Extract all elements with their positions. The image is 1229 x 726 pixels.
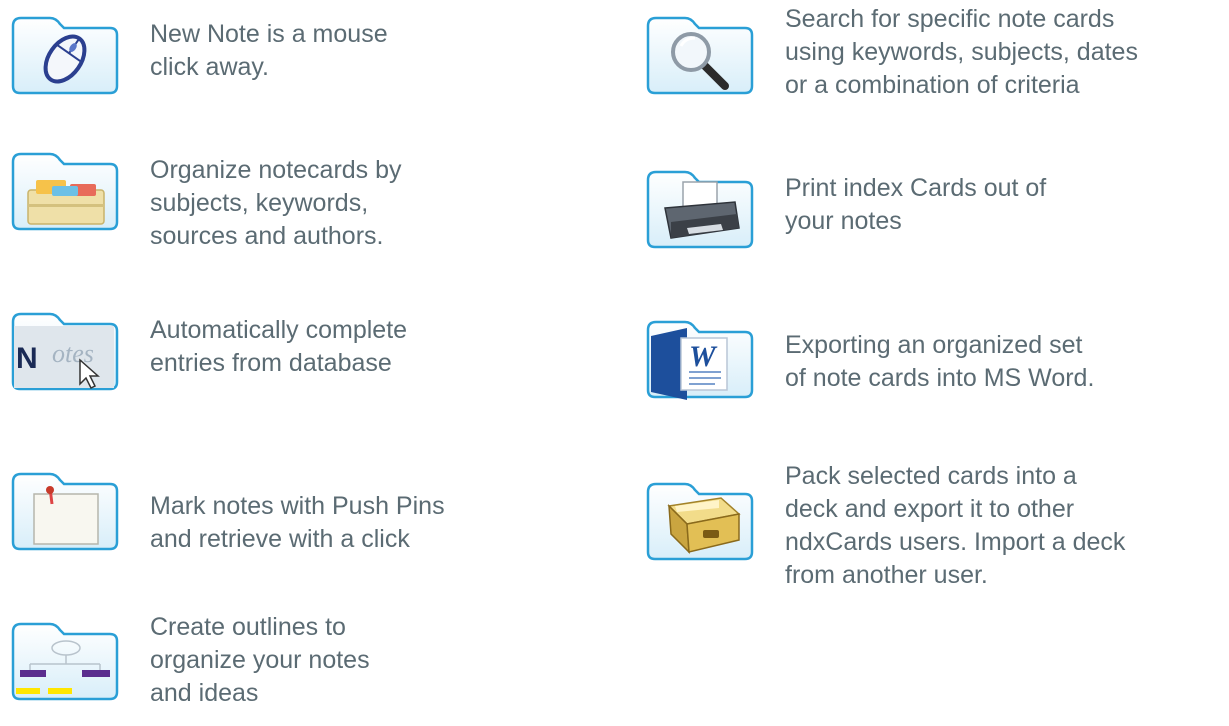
push-pin-icon	[10, 470, 120, 552]
notes-autocomplete-icon: N otes	[10, 310, 120, 392]
feature-description: Exporting an organized set of note cards…	[785, 331, 1095, 392]
feature-description: Print index Cards out of your notes	[785, 174, 1047, 235]
feature-description: Automatically complete entries from data…	[150, 316, 408, 377]
card-deck-icon	[645, 480, 755, 562]
feature-description: Search for specific note cards using key…	[785, 5, 1138, 99]
svg-text:W: W	[689, 340, 718, 373]
card-file-icon	[10, 150, 120, 232]
printer-icon	[645, 168, 755, 250]
feature-description: Mark notes with Push Pins and retrieve w…	[150, 492, 445, 553]
svg-text:N: N	[16, 342, 38, 375]
feature-description: Pack selected cards into a deck and expo…	[785, 462, 1126, 589]
word-icon: W	[645, 318, 755, 400]
mouse-icon	[10, 14, 120, 96]
outline-icon	[10, 620, 120, 702]
feature-description: Organize notecards by subjects, keywords…	[150, 156, 402, 250]
svg-text:otes: otes	[52, 339, 94, 368]
magnifier-icon	[645, 14, 755, 96]
feature-description: Create outlines to organize your notes a…	[150, 613, 370, 707]
feature-description: New Note is a mouse click away.	[150, 20, 388, 81]
